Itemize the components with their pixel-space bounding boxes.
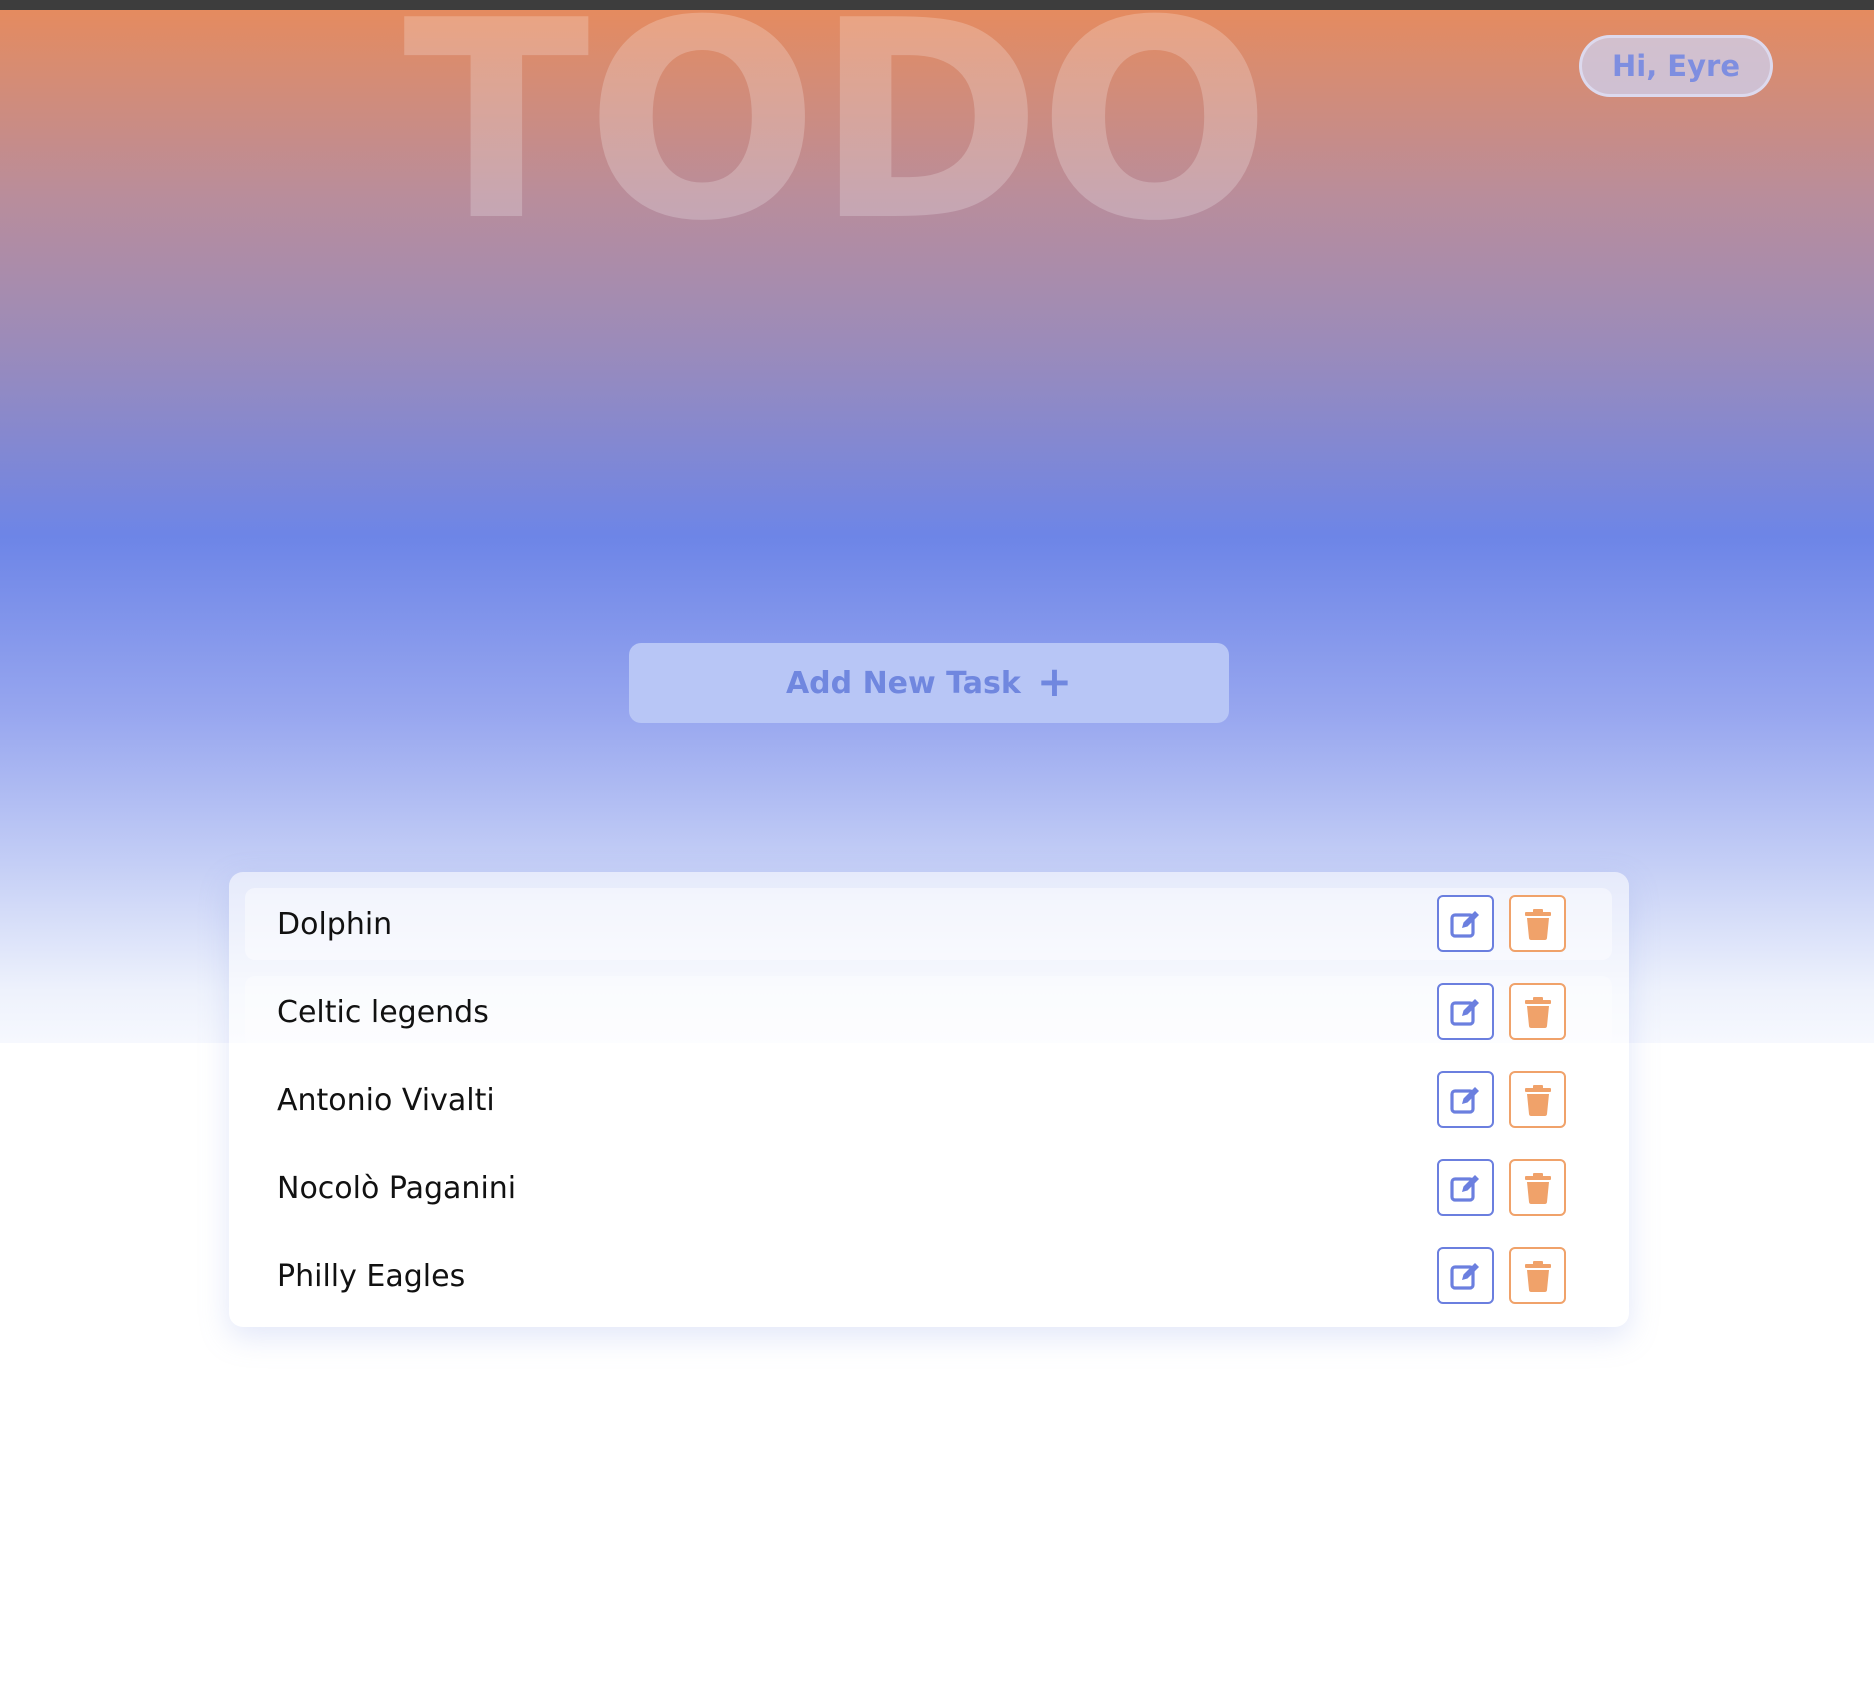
task-title: Dolphin bbox=[277, 906, 393, 942]
add-task-label: Add New Task bbox=[785, 665, 1021, 701]
task-row: Nocolò Paganini bbox=[245, 1152, 1612, 1224]
trash-icon bbox=[1520, 1170, 1556, 1206]
delete-task-button[interactable] bbox=[1509, 1071, 1566, 1128]
task-row: Antonio Vivalti bbox=[245, 1064, 1612, 1136]
edit-task-button[interactable] bbox=[1437, 1071, 1494, 1128]
edit-icon bbox=[1448, 1258, 1484, 1294]
add-new-task-button[interactable]: Add New Task + bbox=[629, 643, 1229, 723]
edit-task-button[interactable] bbox=[1437, 1159, 1494, 1216]
trash-icon bbox=[1520, 1082, 1556, 1118]
task-title: Philly Eagles bbox=[277, 1258, 466, 1294]
trash-icon bbox=[1520, 906, 1556, 942]
edit-task-button[interactable] bbox=[1437, 1247, 1494, 1304]
edit-task-button[interactable] bbox=[1437, 895, 1494, 952]
edit-icon bbox=[1448, 1082, 1484, 1118]
task-title: Celtic legends bbox=[277, 994, 489, 1030]
trash-icon bbox=[1520, 1258, 1556, 1294]
task-title: Nocolò Paganini bbox=[277, 1170, 517, 1206]
trash-icon bbox=[1520, 994, 1556, 1030]
delete-task-button[interactable] bbox=[1509, 983, 1566, 1040]
delete-task-button[interactable] bbox=[1509, 895, 1566, 952]
delete-task-button[interactable] bbox=[1509, 1247, 1566, 1304]
edit-icon bbox=[1448, 1170, 1484, 1206]
task-row: Philly Eagles bbox=[245, 1240, 1612, 1312]
edit-task-button[interactable] bbox=[1437, 983, 1494, 1040]
delete-task-button[interactable] bbox=[1509, 1159, 1566, 1216]
edit-icon bbox=[1448, 994, 1484, 1030]
edit-icon bbox=[1448, 906, 1484, 942]
user-greeting-button[interactable]: Hi, Eyre bbox=[1579, 35, 1773, 97]
task-row: Celtic legends bbox=[245, 976, 1612, 1048]
task-row: Dolphin bbox=[245, 888, 1612, 960]
plus-icon: + bbox=[1036, 657, 1073, 706]
task-list: Dolphin Celtic legends Antonio Vivalti N… bbox=[229, 872, 1629, 1327]
task-title: Antonio Vivalti bbox=[277, 1082, 495, 1118]
